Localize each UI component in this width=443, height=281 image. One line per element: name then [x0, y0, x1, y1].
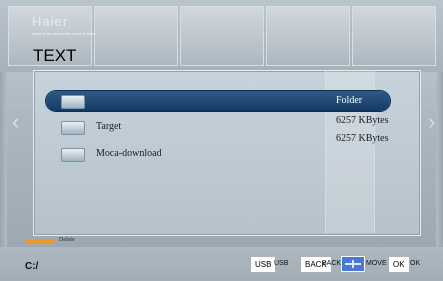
- delete-hint: Delete: [59, 237, 75, 243]
- chevron-right-icon[interactable]: ›: [428, 108, 438, 136]
- back-label: BACK: [322, 260, 342, 267]
- media-browser-screen: Haier haier of the world, the world of h…: [0, 0, 443, 281]
- list-item[interactable]: Moca-download: [56, 144, 386, 164]
- ok-label: OK: [410, 260, 421, 267]
- list-item-info: Folder: [336, 95, 363, 106]
- folder-icon: [61, 148, 85, 162]
- header-panel: [180, 6, 264, 66]
- list-item-info: 6257 KBytes: [336, 115, 389, 126]
- usb-label: USB: [274, 260, 289, 267]
- file-list-window: Folder Target 6257 KBytes Moca-download …: [33, 70, 421, 236]
- chevron-left-icon[interactable]: ‹: [12, 108, 22, 136]
- delete-key-indicator: [25, 239, 55, 243]
- folder-icon: [61, 95, 85, 109]
- ok-key[interactable]: OK: [389, 257, 409, 272]
- header-panel: [266, 6, 350, 66]
- header-panel: [352, 6, 436, 66]
- brand-tagline: haier of the world, the world of haier: [32, 31, 96, 36]
- move-label: MOVE: [366, 260, 387, 267]
- page-title: TEXT: [33, 46, 77, 65]
- usb-key[interactable]: USB: [251, 257, 276, 272]
- header-panel: [94, 6, 178, 66]
- list-item-info: 6257 KBytes: [336, 133, 389, 144]
- list-item-name: Target: [96, 121, 122, 132]
- folder-icon: [61, 121, 85, 135]
- dpad-icon[interactable]: [341, 256, 365, 272]
- list-item-name: Moca-download: [96, 148, 162, 159]
- brand-logo: Haier: [32, 14, 69, 29]
- current-path: C:/: [25, 261, 39, 272]
